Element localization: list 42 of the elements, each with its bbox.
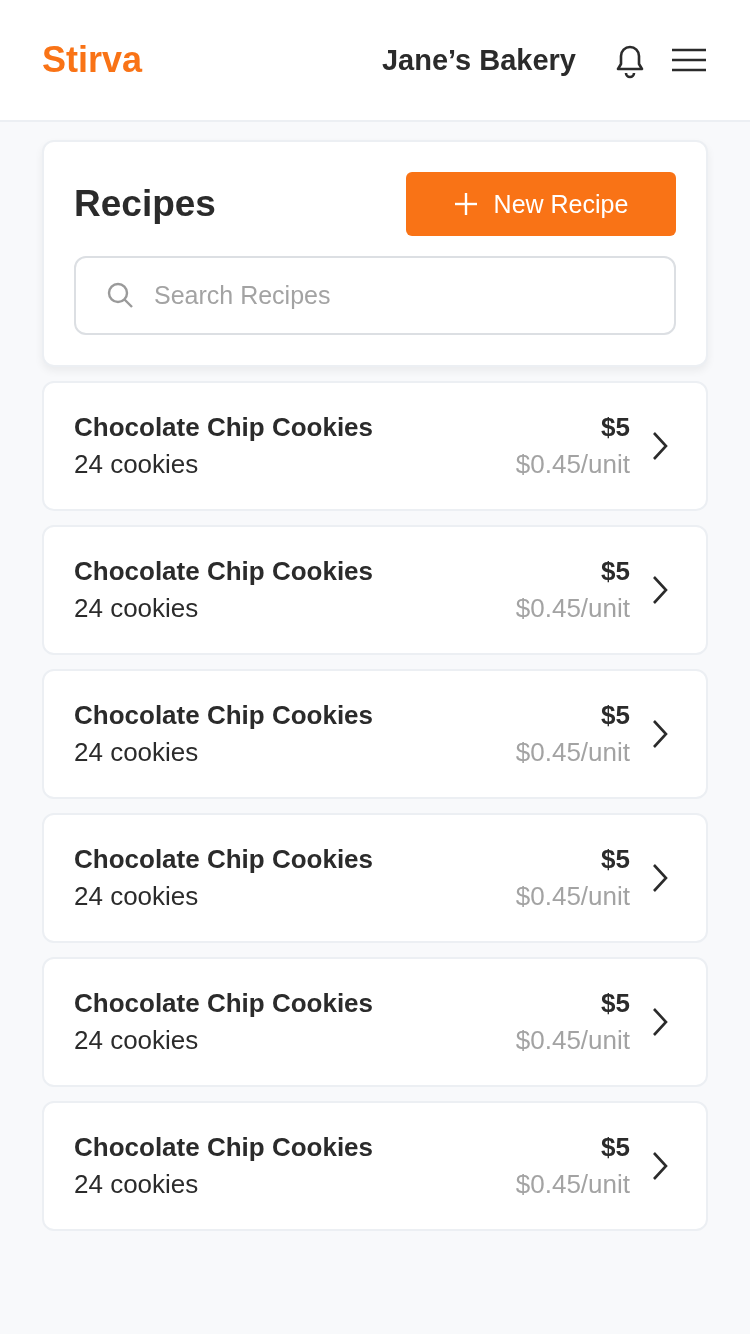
recipe-price: $5	[601, 556, 630, 587]
chevron-right-icon	[652, 1007, 668, 1037]
unit-cost: $0.45/unit	[515, 737, 630, 768]
recipe-row[interactable]: Chocolate Chip Cookies 24 cookies $5 $0.45/unit	[42, 813, 708, 943]
plus-icon	[453, 192, 478, 216]
recipe-price: $5	[601, 988, 630, 1019]
recipe-yield: 24 cookies	[74, 449, 200, 480]
business-name: Jane’s Bakery	[382, 43, 576, 77]
chevron-right-icon	[652, 1151, 668, 1181]
unit-cost: $0.45/unit	[515, 1025, 630, 1056]
unit-cost: $0.45/unit	[515, 1169, 630, 1200]
recipe-yield: 24 cookies	[74, 1169, 200, 1200]
chevron-right-icon	[652, 431, 668, 461]
search-field[interactable]: Search Recipes	[74, 256, 676, 335]
recipe-yield: 24 cookies	[74, 737, 200, 768]
recipe-name: Chocolate Chip Cookies	[74, 412, 375, 443]
unit-cost: $0.45/unit	[515, 881, 630, 912]
recipe-name: Chocolate Chip Cookies	[74, 556, 375, 587]
recipe-row[interactable]: Chocolate Chip Cookies 24 cookies $5 $0.45/unit	[42, 525, 708, 655]
recipe-row[interactable]: Chocolate Chip Cookies 24 cookies $5 $0.45/unit	[42, 669, 708, 799]
recipe-row[interactable]: Chocolate Chip Cookies 24 cookies $5 $0.45/unit	[42, 957, 708, 1087]
search-icon	[106, 281, 134, 309]
recipe-price: $5	[601, 1132, 630, 1163]
menu-icon[interactable]	[672, 48, 706, 72]
chevron-right-icon	[652, 863, 668, 893]
recipe-name: Chocolate Chip Cookies	[74, 1132, 375, 1163]
recipe-yield: 24 cookies	[74, 593, 200, 624]
recipe-row[interactable]: Chocolate Chip Cookies 24 cookies $5 $0.45/unit	[42, 1101, 708, 1231]
recipe-row[interactable]: Chocolate Chip Cookies 24 cookies $5 $0.45/unit	[42, 381, 708, 511]
recipe-name: Chocolate Chip Cookies	[74, 700, 375, 731]
unit-cost: $0.45/unit	[515, 593, 630, 624]
recipe-price: $5	[601, 700, 630, 731]
recipe-name: Chocolate Chip Cookies	[74, 988, 375, 1019]
recipe-price: $5	[601, 844, 630, 875]
recipe-price: $5	[601, 412, 630, 443]
recipe-name: Chocolate Chip Cookies	[74, 844, 375, 875]
chevron-right-icon	[652, 575, 668, 605]
recipe-yield: 24 cookies	[74, 881, 200, 912]
unit-cost: $0.45/unit	[515, 449, 630, 480]
recipe-yield: 24 cookies	[74, 1025, 200, 1056]
chevron-right-icon	[652, 719, 668, 749]
page-title: Recipes	[74, 183, 216, 225]
